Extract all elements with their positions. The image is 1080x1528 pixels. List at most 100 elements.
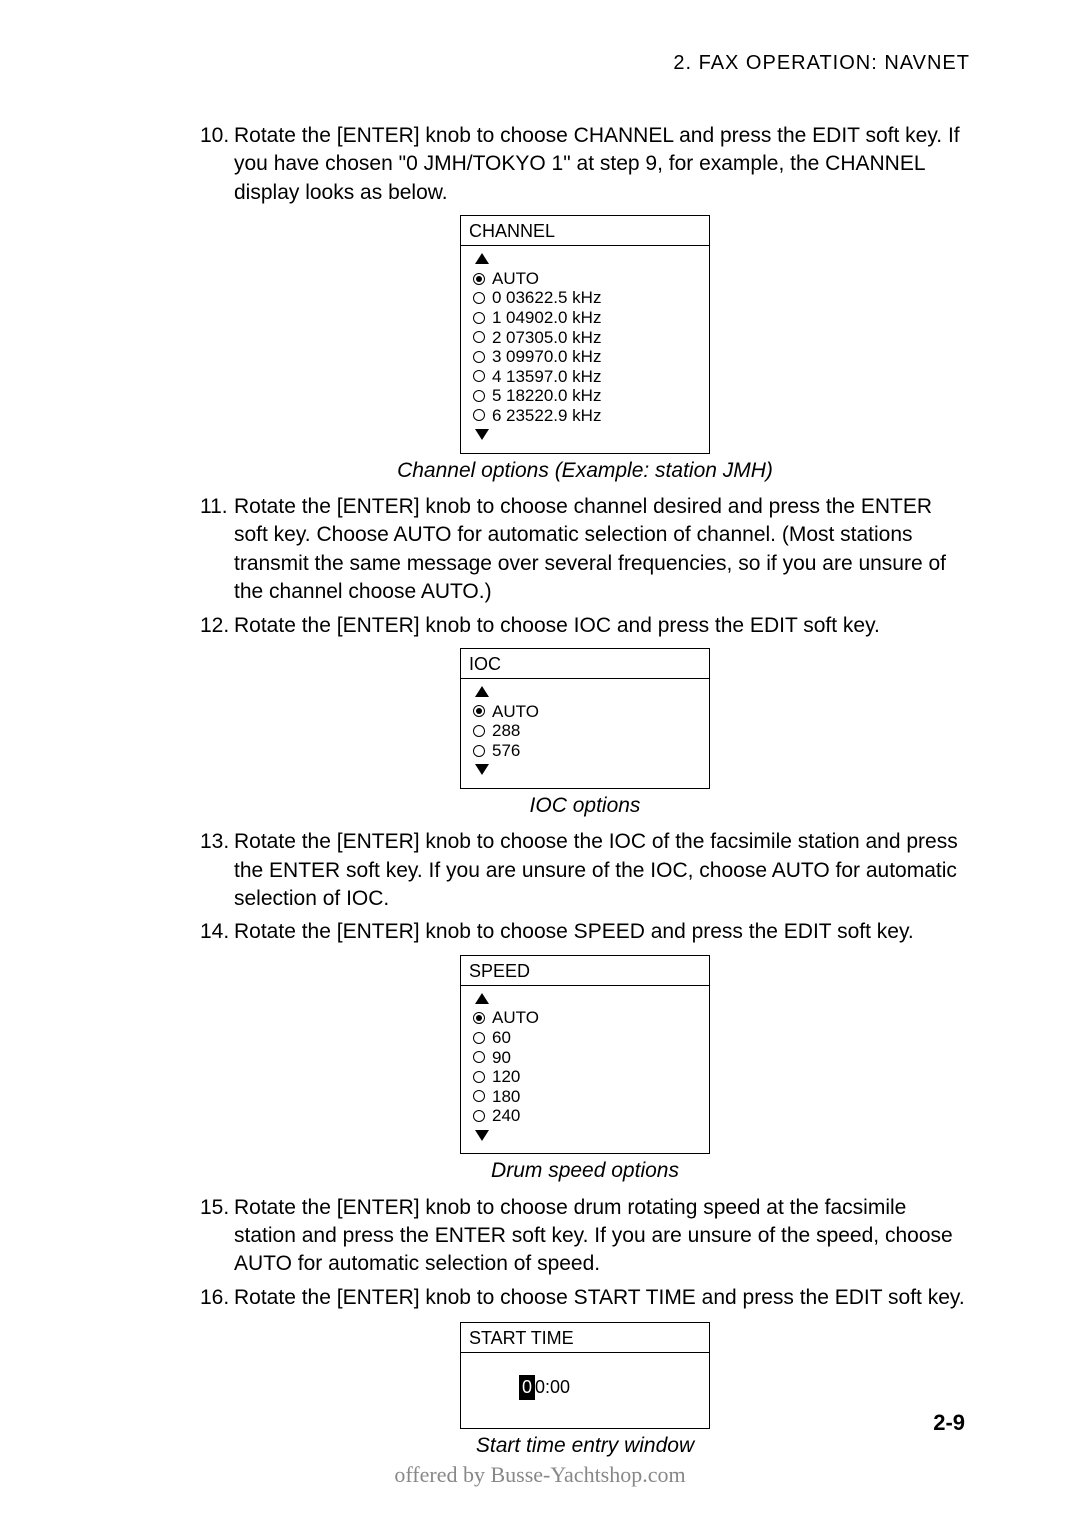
time-rest: 0:00: [535, 1377, 570, 1397]
start-time-title: START TIME: [461, 1323, 709, 1353]
option-label: 13597.0 kHz: [506, 367, 601, 386]
step-text: Rotate the [ENTER] knob to choose channe…: [234, 493, 970, 606]
radio-empty-icon: [473, 1071, 485, 1083]
channel-option[interactable]: 207305.0 kHz: [473, 328, 697, 348]
option-label: AUTO: [492, 702, 539, 722]
radio-empty-icon: [473, 1090, 485, 1102]
channel-index: 1: [492, 308, 506, 328]
speed-option[interactable]: 240: [473, 1106, 697, 1126]
channel-option[interactable]: 413597.0 kHz: [473, 367, 697, 387]
step-text: Rotate the [ENTER] knob to choose SPEED …: [234, 918, 970, 946]
option-label: 23522.9 kHz: [506, 406, 601, 425]
scroll-down-icon: [475, 764, 489, 775]
channel-option[interactable]: 104902.0 kHz: [473, 308, 697, 328]
speed-option[interactable]: 90: [473, 1048, 697, 1068]
channel-options-box: CHANNEL AUTO 003622.5 kHz 104902.0 kHz 2…: [460, 215, 710, 454]
step-text: Rotate the [ENTER] knob to choose drum r…: [234, 1194, 970, 1279]
step-16: 16. Rotate the [ENTER] knob to choose ST…: [200, 1284, 970, 1312]
step-text: Rotate the [ENTER] knob to choose CHANNE…: [234, 122, 970, 207]
channel-index: 6: [492, 406, 506, 426]
ioc-options-box: IOC AUTO 288 576: [460, 648, 710, 789]
radio-empty-icon: [473, 409, 485, 421]
option-label: 180: [492, 1087, 520, 1107]
radio-empty-icon: [473, 1051, 485, 1063]
option-label: 576: [492, 741, 520, 761]
radio-empty-icon: [473, 390, 485, 402]
speed-option[interactable]: 60: [473, 1028, 697, 1048]
option-label: 240: [492, 1106, 520, 1126]
channel-caption: Channel options (Example: station JMH): [200, 457, 970, 485]
option-label: 04902.0 kHz: [506, 308, 601, 327]
option-label: 03622.5 kHz: [506, 288, 601, 307]
channel-index: 0: [492, 288, 506, 308]
channel-option[interactable]: 309970.0 kHz: [473, 347, 697, 367]
option-label: 09970.0 kHz: [506, 347, 601, 366]
channel-index: 2: [492, 328, 506, 348]
speed-option[interactable]: 120: [473, 1067, 697, 1087]
option-label: 18220.0 kHz: [506, 386, 601, 405]
option-label: 60: [492, 1028, 511, 1048]
channel-box-title: CHANNEL: [461, 216, 709, 246]
radio-empty-icon: [473, 370, 485, 382]
speed-caption: Drum speed options: [200, 1157, 970, 1185]
step-number: 11.: [200, 493, 234, 606]
speed-options-box: SPEED AUTO 60 90 120 180 240: [460, 955, 710, 1155]
radio-empty-icon: [473, 745, 485, 757]
ioc-caption: IOC options: [200, 792, 970, 820]
scroll-up-icon: [475, 686, 489, 697]
ioc-option[interactable]: 288: [473, 721, 697, 741]
channel-option[interactable]: 623522.9 kHz: [473, 406, 697, 426]
step-12: 12. Rotate the [ENTER] knob to choose IO…: [200, 612, 970, 640]
speed-box-body: AUTO 60 90 120 180 240: [461, 986, 709, 1153]
start-time-value[interactable]: 00:00: [461, 1353, 709, 1427]
page-header: 2. FAX OPERATION: NAVNET: [200, 50, 970, 77]
channel-index: 5: [492, 386, 506, 406]
step-number: 14.: [200, 918, 234, 946]
radio-empty-icon: [473, 312, 485, 324]
ioc-box-body: AUTO 288 576: [461, 679, 709, 788]
step-15: 15. Rotate the [ENTER] knob to choose dr…: [200, 1194, 970, 1279]
step-14: 14. Rotate the [ENTER] knob to choose SP…: [200, 918, 970, 946]
option-label: 288: [492, 721, 520, 741]
radio-empty-icon: [473, 351, 485, 363]
scroll-up-icon: [475, 993, 489, 1004]
option-label: AUTO: [492, 269, 539, 289]
start-time-box: START TIME 00:00: [460, 1322, 710, 1429]
step-number: 13.: [200, 828, 234, 913]
option-label: 90: [492, 1048, 511, 1068]
channel-option[interactable]: 518220.0 kHz: [473, 386, 697, 406]
speed-box-title: SPEED: [461, 956, 709, 986]
channel-index: 4: [492, 367, 506, 387]
channel-option[interactable]: AUTO: [473, 269, 697, 289]
speed-option[interactable]: AUTO: [473, 1008, 697, 1028]
ioc-box-title: IOC: [461, 649, 709, 679]
step-text: Rotate the [ENTER] knob to choose the IO…: [234, 828, 970, 913]
scroll-down-icon: [475, 1130, 489, 1141]
ioc-option[interactable]: 576: [473, 741, 697, 761]
radio-empty-icon: [473, 331, 485, 343]
time-cursor-digit: 0: [519, 1375, 535, 1399]
radio-empty-icon: [473, 725, 485, 737]
step-11: 11. Rotate the [ENTER] knob to choose ch…: [200, 493, 970, 606]
footer-text: offered by Busse-Yachtshop.com: [0, 1460, 1080, 1490]
start-time-caption: Start time entry window: [200, 1432, 970, 1460]
ioc-option[interactable]: AUTO: [473, 702, 697, 722]
option-label: 07305.0 kHz: [506, 328, 601, 347]
option-label: 120: [492, 1067, 520, 1087]
step-10: 10. Rotate the [ENTER] knob to choose CH…: [200, 122, 970, 207]
step-number: 10.: [200, 122, 234, 207]
channel-option[interactable]: 003622.5 kHz: [473, 288, 697, 308]
scroll-up-icon: [475, 253, 489, 264]
radio-selected-icon: [473, 273, 485, 285]
channel-box-body: AUTO 003622.5 kHz 104902.0 kHz 207305.0 …: [461, 246, 709, 452]
radio-selected-icon: [473, 1012, 485, 1024]
step-text: Rotate the [ENTER] knob to choose IOC an…: [234, 612, 970, 640]
page-number: 2-9: [933, 1408, 965, 1438]
radio-empty-icon: [473, 1110, 485, 1122]
scroll-down-icon: [475, 429, 489, 440]
speed-option[interactable]: 180: [473, 1087, 697, 1107]
radio-selected-icon: [473, 705, 485, 717]
radio-empty-icon: [473, 1032, 485, 1044]
option-label: AUTO: [492, 1008, 539, 1028]
step-number: 15.: [200, 1194, 234, 1279]
